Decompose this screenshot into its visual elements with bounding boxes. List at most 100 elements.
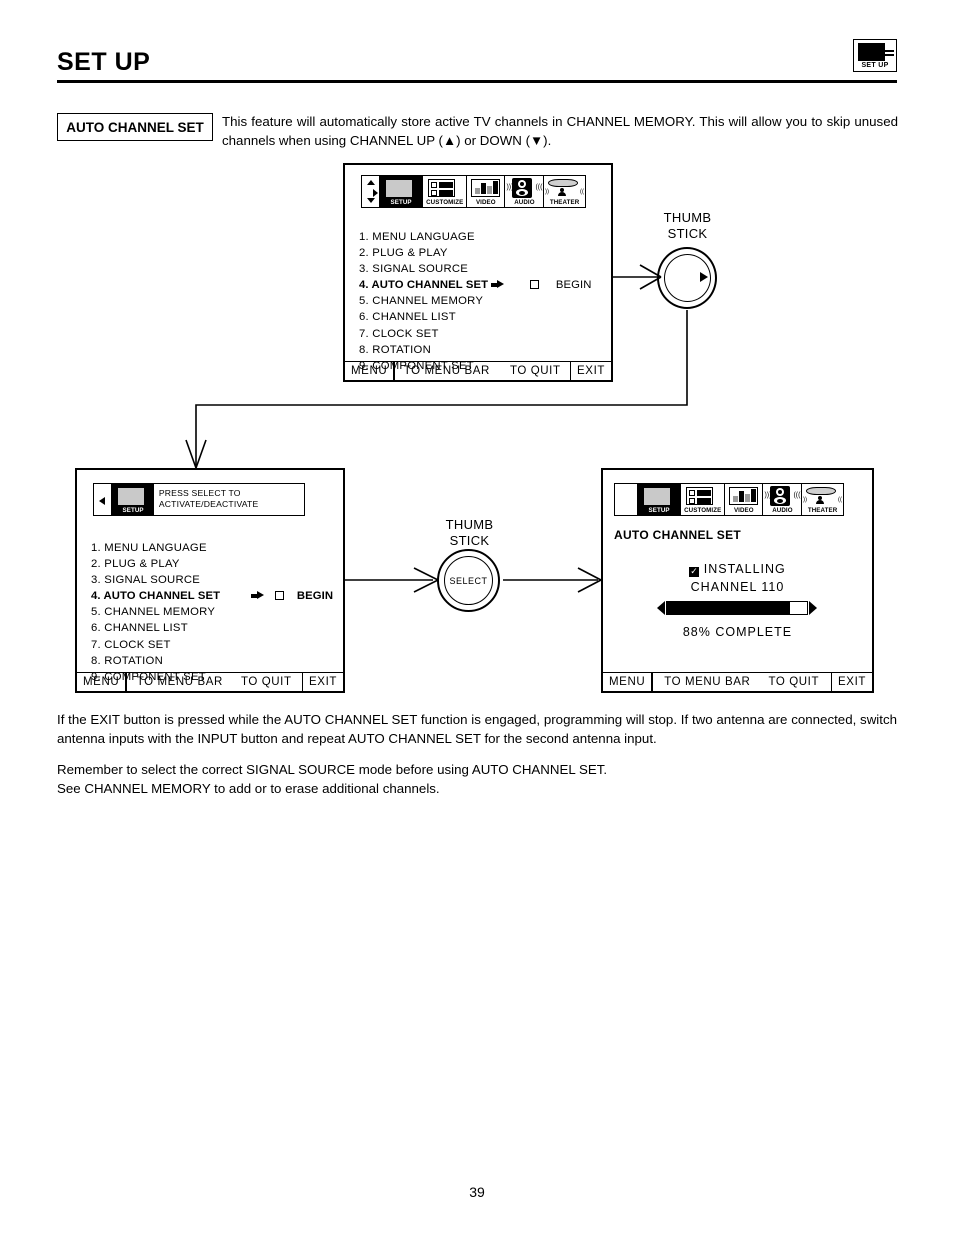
menu-item-channel-list-bl[interactable]: 6. CHANNEL LIST bbox=[91, 620, 333, 636]
footer-exit-pr[interactable]: EXIT bbox=[832, 673, 872, 691]
menu-item-auto-channel-set-bl-label: 4. AUTO CHANNEL SET bbox=[91, 590, 221, 603]
theater-wave-left-icon: )) bbox=[545, 189, 550, 195]
menu-item-auto-channel-set-bl[interactable]: 4. AUTO CHANNEL SET BEGIN bbox=[91, 588, 333, 604]
footer-menu-bl[interactable]: MENU bbox=[77, 673, 125, 691]
v-chip-icon bbox=[428, 179, 456, 197]
tv-screen-icon bbox=[858, 43, 885, 61]
progress-status-block: ✓ INSTALLING CHANNEL 110 bbox=[603, 560, 872, 596]
icon-tab-customize[interactable]: CUSTOMIZE bbox=[422, 175, 468, 208]
icon-tab-audio-pr-label: AUDIO bbox=[772, 507, 793, 514]
menu-item-channel-memory-bl[interactable]: 5. CHANNEL MEMORY bbox=[91, 604, 333, 620]
icon-tab-setup[interactable]: SETUP bbox=[378, 175, 424, 208]
thumbstick-top-label: THUMB STICK bbox=[640, 210, 735, 241]
intro-paragraph: This feature will automatically store ac… bbox=[222, 114, 898, 148]
osd-menu-items-bottom-left: 1. MENU LANGUAGE 2. PLUG & PLAY 3. SIGNA… bbox=[91, 540, 333, 685]
footer-menu-top[interactable]: MENU bbox=[345, 362, 393, 380]
note-paragraph-2-line-2: See CHANNEL MEMORY to add or to erase ad… bbox=[57, 781, 440, 796]
menu-item-auto-channel-set-label: 4. AUTO CHANNEL SET bbox=[359, 279, 489, 292]
osd-menu-top: SETUP CUSTOMIZE VIDEO ))) (((AUDIO)) (… bbox=[343, 163, 613, 382]
menu-item-clock-set-bl[interactable]: 7. CLOCK SET bbox=[91, 637, 333, 653]
footer-menu-pr[interactable]: MENU bbox=[603, 673, 651, 691]
thumbstick-top-label-line2: STICK bbox=[667, 225, 708, 241]
menu-item-clock-set[interactable]: 7. CLOCK SET bbox=[359, 326, 592, 342]
sound-wave-left-icon: ))) bbox=[506, 184, 514, 191]
icon-tab-customize-pr[interactable]: CUSTOMIZE bbox=[680, 483, 726, 516]
menu-item-signal-source[interactable]: 3. SIGNAL SOURCE bbox=[359, 261, 592, 277]
installing-row: ✓ INSTALLING bbox=[603, 560, 872, 578]
icon-tab-video[interactable]: VIDEO bbox=[465, 175, 506, 208]
progress-left-arrow-icon[interactable] bbox=[657, 601, 665, 615]
osd-icon-bar-top: SETUP CUSTOMIZE VIDEO ))) (((AUDIO)) (… bbox=[361, 175, 587, 208]
thumbstick-top-label-line1: THUMB bbox=[663, 210, 712, 225]
thumbstick-mid-label: THUMB STICK bbox=[422, 517, 517, 548]
icon-tab-theater[interactable]: )) (( THEATER bbox=[543, 175, 587, 208]
icon-tab-theater-pr[interactable]: )) (( THEATER bbox=[801, 483, 845, 516]
installing-label: INSTALLING bbox=[703, 562, 786, 576]
menu-item-plug-and-play[interactable]: 2. PLUG & PLAY bbox=[359, 245, 592, 261]
footer-exit-bl[interactable]: EXIT bbox=[303, 673, 343, 691]
menu-item-auto-channel-set[interactable]: 4. AUTO CHANNEL SET BEGIN bbox=[359, 277, 592, 293]
tooltip-line-1: PRESS SELECT TO bbox=[158, 488, 241, 498]
begin-label: BEGIN bbox=[555, 279, 592, 292]
icon-tab-setup-pr[interactable]: SETUP bbox=[636, 483, 682, 516]
progress-bar-fill bbox=[667, 602, 791, 614]
menu-item-channel-memory[interactable]: 5. CHANNEL MEMORY bbox=[359, 293, 592, 309]
icon-tab-video-pr-label: VIDEO bbox=[733, 507, 754, 514]
page-number: 39 bbox=[469, 1184, 485, 1200]
footer-to-menu-bar-bl: TO MENU BAR bbox=[136, 676, 223, 688]
icon-tab-theater-label: THEATER bbox=[549, 199, 580, 206]
setup-wire2-icon bbox=[670, 494, 678, 496]
footer-exit-top[interactable]: EXIT bbox=[571, 362, 611, 380]
menu-item-plug-and-play-bl[interactable]: 2. PLUG & PLAY bbox=[91, 556, 333, 572]
thumbstick-top-pointer-icon bbox=[700, 272, 708, 282]
setup-wire2-icon bbox=[412, 186, 420, 188]
theater-wave-right-icon: (( bbox=[580, 189, 585, 195]
icon-tab-setup-label: SETUP bbox=[390, 199, 412, 206]
icon-tab-audio-pr[interactable]: ))) ((( AUDIO bbox=[762, 483, 803, 516]
progress-right-arrow-icon[interactable] bbox=[809, 601, 817, 615]
setup-chapter-badge-label: SET UP bbox=[861, 62, 889, 69]
back-arrow-button[interactable] bbox=[93, 483, 112, 516]
progress-bar-thumb[interactable] bbox=[790, 602, 807, 614]
theater-wave-left-icon: )) bbox=[803, 497, 808, 503]
icon-tab-video-pr[interactable]: VIDEO bbox=[723, 483, 764, 516]
begin-checkbox-bl[interactable] bbox=[274, 591, 284, 601]
setup-wire-icon bbox=[670, 491, 678, 493]
tooltip-line-2: ACTIVATE/DEACTIVATE bbox=[158, 498, 259, 509]
begin-checkbox[interactable] bbox=[529, 280, 539, 290]
footer-to-menu-bar-top: TO MENU BAR bbox=[403, 365, 490, 377]
sound-wave-left-icon: ))) bbox=[764, 492, 772, 499]
theater-seat-icon bbox=[816, 496, 825, 504]
osd-progress-screen: SETUP CUSTOMIZE VIDEO ))) (((AUDIO)) (… bbox=[601, 468, 874, 693]
thumbstick-mid-label-line1: THUMB bbox=[445, 517, 494, 532]
icon-tab-audio[interactable]: ))) ((( AUDIO bbox=[504, 175, 545, 208]
footer-to-quit-top: TO QUIT bbox=[509, 365, 561, 377]
osd-icon-bar-progress: SETUP CUSTOMIZE VIDEO ))) (((AUDIO)) (… bbox=[614, 483, 845, 516]
menu-item-menu-language-bl[interactable]: 1. MENU LANGUAGE bbox=[91, 540, 333, 556]
menu-item-rotation-bl[interactable]: 8. ROTATION bbox=[91, 653, 333, 669]
osd-footer-progress: MENU TO MENU BAR TO QUIT EXIT bbox=[603, 672, 872, 691]
menu-item-rotation[interactable]: 8. ROTATION bbox=[359, 342, 592, 358]
icon-tab-setup-bl-label: SETUP bbox=[122, 507, 144, 514]
badge-wire-top-icon bbox=[885, 50, 894, 52]
installing-checkbox: ✓ bbox=[689, 566, 700, 577]
title-underline-rule bbox=[57, 80, 897, 83]
menu-item-signal-source-bl[interactable]: 3. SIGNAL SOURCE bbox=[91, 572, 333, 588]
theater-wave-right-icon: (( bbox=[838, 497, 843, 503]
tv-screen-icon bbox=[384, 179, 413, 198]
badge-wire-bottom-icon bbox=[885, 54, 894, 56]
osd-tooltip-row: SETUP PRESS SELECT TO ACTIVATE/DEACTIVAT… bbox=[93, 483, 305, 516]
osd-menu-bottom-left: SETUP PRESS SELECT TO ACTIVATE/DEACTIVAT… bbox=[75, 468, 345, 693]
icon-tab-setup-bl[interactable]: SETUP bbox=[110, 483, 156, 516]
menu-item-menu-language[interactable]: 1. MENU LANGUAGE bbox=[359, 229, 592, 245]
tv-screen-icon bbox=[642, 487, 671, 506]
speaker-icon bbox=[770, 486, 791, 506]
speaker-icon bbox=[512, 178, 533, 198]
nav-arrows-icon bbox=[361, 175, 380, 208]
bar-levels-icon bbox=[470, 179, 500, 197]
note-paragraph-1: If the EXIT button is pressed while the … bbox=[57, 712, 897, 746]
setup-wire2-icon bbox=[144, 494, 152, 496]
icon-tab-video-label: VIDEO bbox=[475, 199, 496, 206]
menu-item-channel-list[interactable]: 6. CHANNEL LIST bbox=[359, 309, 592, 325]
sound-wave-right-icon: ((( bbox=[535, 184, 543, 191]
